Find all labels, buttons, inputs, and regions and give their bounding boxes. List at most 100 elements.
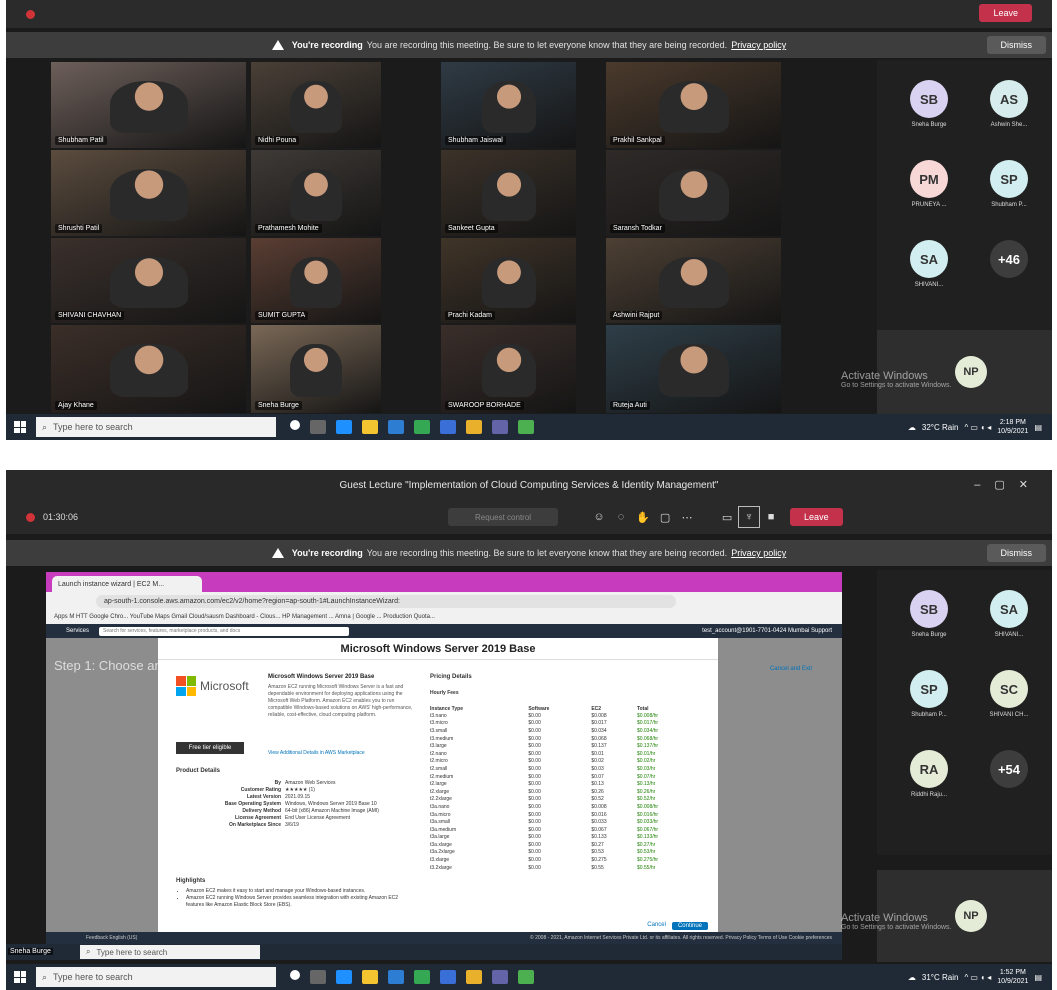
reactions-icon[interactable]: ✋ [632,511,654,524]
clock[interactable]: 1:52 PM 10/9/2021 [997,968,1028,986]
cortana-icon[interactable] [290,420,300,430]
participant-avatar-card[interactable]: SC SHIVANI CH... [969,670,1049,718]
participants-panel: SB Sneha Burge SA SHIVANI... SP Shubham P... S… [877,570,1052,855]
tray-icons[interactable]: ^ ▭ ◖ ◂ [964,423,991,432]
participant-avatar-card[interactable]: AS Ashwin She... [969,80,1049,128]
avatar-name: Ashwin She... [990,122,1028,128]
dismiss-button[interactable]: Dismiss [986,36,1046,54]
pricing-cell: $0.068/hr [636,735,659,742]
cancel-and-exit-link[interactable]: Cancel and Exit [770,666,812,672]
tray-icons[interactable]: ^ ▭ ◖ ◂ [964,973,991,982]
participant-video-tile[interactable]: Sankeet Gupta [441,150,576,236]
edge-icon[interactable] [336,420,352,434]
file-explorer-icon[interactable] [362,420,378,434]
clock[interactable]: 2:18 PM 10/9/2021 [997,418,1028,436]
aws-footer-left[interactable]: Feedback English (US) [86,935,137,941]
participant-video-tile[interactable]: SUMIT GUPTA [251,238,381,323]
pricing-cell: $0.00 [528,796,541,803]
request-control-button[interactable]: Request control [448,508,559,526]
edge-icon[interactable] [336,970,352,984]
aws-account-menu[interactable]: test_account@1901-7701-0424 Mumbai Suppo… [702,628,832,634]
folder-icon[interactable] [466,970,482,984]
participant-video-tile[interactable]: Prakhil Sankpal [606,62,781,148]
notifications-icon[interactable]: ▤ [1034,423,1042,432]
store-icon[interactable] [440,420,456,434]
share-icon[interactable]: ■ [760,511,782,523]
participant-avatar-card[interactable]: SB Sneha Burge [889,590,969,638]
chrome-icon[interactable] [414,420,430,434]
aws-search-input[interactable]: Search for services, features, marketpla… [99,626,350,636]
participant-video-tile[interactable]: Ruteja Auti [606,325,781,413]
teams-icon[interactable] [492,420,508,434]
bookmarks-bar[interactable]: Apps M HTT Google Chro... YouTube Maps G… [46,610,842,624]
pricing-cell: t3a.micro [430,811,451,818]
teams-icon[interactable] [492,970,508,984]
participant-name: Saransh Todkar [610,224,665,233]
detail-value: 2021.09.15 [285,794,311,800]
participant-avatar-card[interactable]: SP Shubham P... [969,160,1049,208]
participant-avatar-card[interactable]: +54 [969,750,1049,792]
recording-indicator [26,9,35,19]
window-controls[interactable]: –▢✕ [974,478,1042,491]
participant-avatar-card[interactable]: RA Riddhi Raju... [889,750,969,798]
participant-video-tile[interactable]: Sneha Burge [251,325,381,413]
privacy-policy-link[interactable]: Privacy policy [731,548,786,558]
marketplace-link[interactable]: View Additional Details in AWS Marketpla… [268,750,365,756]
task-view-icon[interactable] [310,420,326,434]
participant-avatar-card[interactable]: PM PRUNEYA ... [889,160,969,208]
participant-avatar-card[interactable]: SA SHIVANI... [969,590,1049,638]
store-icon[interactable] [440,970,456,984]
browser-tab[interactable]: Launch instance wizard | EC2 M... [52,576,202,592]
leave-button[interactable]: Leave [790,508,843,526]
participant-video-tile[interactable]: Ashwini Rajput [606,238,781,323]
leave-button[interactable]: Leave [979,4,1032,22]
chat-icon[interactable]: ◌ [610,511,632,523]
participant-video-tile[interactable]: Shubham Patil [51,62,246,148]
participant-video-tile[interactable]: SWAROOP BORHADE [441,325,576,413]
aws-services-menu[interactable]: Services [66,628,89,634]
participant-video-tile[interactable]: SHIVANI CHAVHAN [51,238,246,323]
participant-video-tile[interactable]: Ajay Khane [51,325,246,413]
windows-start-icon[interactable] [14,421,26,433]
chrome-icon[interactable] [414,970,430,984]
participants-icon[interactable]: ☺ [588,511,610,523]
dismiss-button[interactable]: Dismiss [986,544,1046,562]
task-view-icon[interactable] [310,970,326,984]
app-icon[interactable] [518,420,534,434]
participant-video-tile[interactable]: Shrushti Patil [51,150,246,236]
rooms-icon[interactable]: ▢ [654,511,676,524]
participant-video-tile[interactable]: Shubham Jaiswal [441,62,576,148]
notifications-icon[interactable]: ▤ [1034,973,1042,982]
cortana-icon[interactable] [290,970,300,980]
participant-avatar-card[interactable]: +46 [969,240,1049,282]
app-icon[interactable] [518,970,534,984]
windows-start-icon[interactable] [14,971,26,983]
address-bar[interactable]: ap-south-1.console.aws.amazon.com/ec2/v2… [96,594,676,608]
aws-footer: Feedback English (US) © 2008 - 2021, Ama… [46,932,842,944]
privacy-policy-link[interactable]: Privacy policy [731,40,786,50]
participant-video-tile[interactable]: Prachi Kadam [441,238,576,323]
mic-muted-icon[interactable]: ♆ [738,506,761,528]
participant-video-tile[interactable]: Saransh Todkar [606,150,781,236]
participant-video-tile[interactable]: Nidhi Pouna [251,62,381,148]
cancel-button[interactable]: Cancel [647,922,666,930]
camera-off-icon[interactable]: ▭ [716,511,738,524]
pricing-cell: $0.00 [528,743,541,750]
avatar-name: Shubham P... [991,202,1027,208]
pricing-cell: $0.067 [591,826,607,833]
participant-avatar-card[interactable]: SB Sneha Burge [889,80,969,128]
taskbar-search-input[interactable]: ⌕ Type here to search [36,417,276,437]
taskbar-search-input[interactable]: ⌕ Type here to search [36,967,276,987]
clock-time: 1:52 PM [999,969,1026,976]
more-icon[interactable]: ⋯ [676,511,698,524]
mail-icon[interactable] [388,970,404,984]
participant-video [290,80,342,133]
file-explorer-icon[interactable] [362,970,378,984]
participant-video [109,80,188,133]
folder-icon[interactable] [466,420,482,434]
participant-video-tile[interactable]: Prathamesh Mohite [251,150,381,236]
participant-avatar-card[interactable]: SA SHIVANI... [889,240,969,288]
continue-button[interactable]: Continue [671,922,708,930]
mail-icon[interactable] [388,420,404,434]
participant-avatar-card[interactable]: SP Shubham P... [889,670,969,718]
